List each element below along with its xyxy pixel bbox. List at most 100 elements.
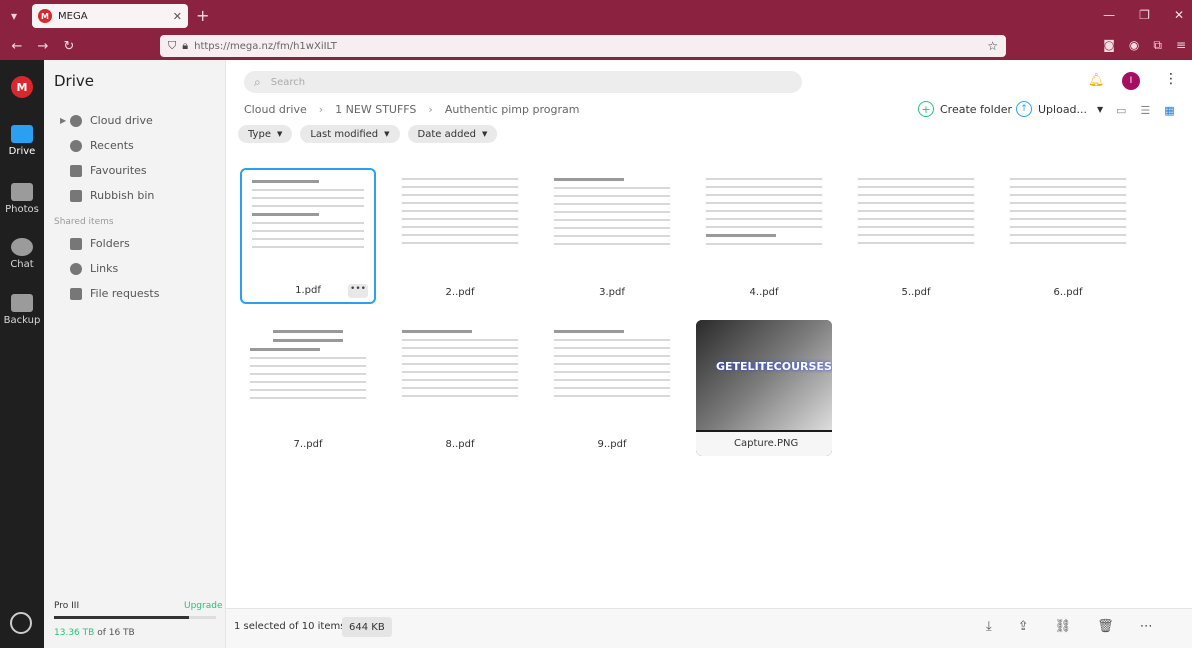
more-options-icon[interactable]: ⋮ (1164, 71, 1178, 87)
more-options-icon[interactable]: ⋯ (1140, 619, 1153, 634)
search-input[interactable]: ⌕ Search (244, 71, 802, 93)
sidebar-item-rubbish-bin[interactable]: Rubbish bin (60, 189, 154, 202)
shared-items-heading: Shared items (54, 217, 114, 227)
file-name: Capture.PNG (696, 432, 832, 456)
address-bar[interactable]: ⛉ 🔒︎ https://mega.nz/fm/h1wXiILT ☆ (160, 35, 1006, 57)
more-actions-icon[interactable]: ••• (348, 284, 368, 298)
heart-icon (70, 164, 82, 177)
create-folder-label: Create folder (940, 102, 1012, 116)
share-icon[interactable]: ⇪ (1018, 619, 1029, 634)
file-name: 2..pdf (445, 287, 475, 298)
sidebar-item-links[interactable]: Links (60, 262, 118, 275)
mega-logo-icon[interactable]: M (11, 76, 33, 98)
file-card[interactable]: 3.pdf (544, 168, 680, 304)
sidebar-title: Drive (54, 72, 94, 90)
sidebar-item-folders[interactable]: Folders (60, 237, 130, 250)
tab-title: MEGA (58, 10, 88, 22)
close-window-icon[interactable]: ✕ (1174, 8, 1184, 22)
file-card[interactable]: 2..pdf (392, 168, 528, 304)
sidebar-item-label: Rubbish bin (90, 189, 155, 202)
file-card[interactable]: 7..pdf (240, 320, 376, 456)
rail-item-backup[interactable]: Backup (0, 294, 44, 326)
breadcrumb-item[interactable]: 1 NEW STUFFS (335, 103, 416, 116)
close-tab-icon[interactable]: ✕ (173, 10, 182, 23)
sidebar-item-favourites[interactable]: Favourites (60, 164, 147, 177)
restore-icon[interactable]: ❐ (1139, 8, 1150, 22)
browser-tab[interactable]: M MEGA ✕ (32, 4, 188, 28)
rail-item-chat[interactable]: Chat (0, 238, 44, 270)
upgrade-link[interactable]: Upgrade (184, 601, 222, 611)
file-card[interactable]: 5..pdf (848, 168, 984, 304)
avatar[interactable]: I (1122, 72, 1140, 90)
breadcrumb: Cloud drive › 1 NEW STUFFS › Authentic p… (244, 103, 579, 116)
file-card[interactable]: 1.pdf ••• (240, 168, 376, 304)
app-menu-icon[interactable]: ≡ (1176, 38, 1186, 53)
reload-icon[interactable]: ↻ (56, 39, 82, 54)
search-placeholder: Search (270, 76, 306, 88)
media-view-icon[interactable]: ▭ (1116, 104, 1126, 117)
rail-item-drive[interactable]: Drive (0, 125, 44, 157)
sidebar-item-recents[interactable]: Recents (60, 139, 134, 152)
link-icon[interactable]: ⛓ (1055, 619, 1072, 634)
new-tab-button[interactable]: + (196, 6, 209, 25)
selection-footer: 1 selected of 10 items 644 KB ⤓ ⇪ ⛓ 🗑︎ ⋯ (226, 608, 1192, 648)
extensions-icon[interactable]: ⧉ (1153, 38, 1162, 53)
create-folder-button[interactable]: + Create folder (918, 101, 1012, 117)
breadcrumb-item[interactable]: Authentic pimp program (445, 103, 580, 116)
url-text[interactable]: https://mega.nz/fm/h1wXiILT (194, 41, 987, 52)
minimize-icon[interactable]: — (1103, 8, 1115, 22)
document-thumbnail (402, 330, 518, 432)
document-thumbnail (252, 180, 364, 278)
file-name: 3.pdf (599, 287, 625, 298)
filter-last-modified[interactable]: Last modified ▼ (300, 125, 400, 143)
breadcrumb-item[interactable]: Cloud drive (244, 103, 307, 116)
mega-app: M Drive Photos Chat Backup Drive ▶ Cloud… (0, 60, 1192, 648)
lock-icon[interactable]: 🔒︎ (182, 39, 188, 53)
list-view-icon[interactable]: ☰ (1140, 104, 1150, 117)
shield-icon[interactable]: ⛉ (168, 39, 176, 53)
sidebar: Drive ▶ Cloud drive Recents Favourites R… (44, 60, 226, 648)
link-icon (70, 262, 82, 275)
back-icon[interactable]: ← (4, 39, 30, 54)
filter-type[interactable]: Type ▼ (238, 125, 293, 143)
file-name: 8..pdf (445, 439, 475, 450)
forward-icon[interactable]: → (30, 39, 56, 54)
grid-view-icon[interactable]: ▦ (1164, 104, 1174, 117)
sidebar-item-cloud-drive[interactable]: ▶ Cloud drive (60, 114, 153, 127)
chat-icon (11, 238, 33, 256)
notification-bell-icon[interactable]: 🔔︎ (1088, 73, 1105, 88)
file-name: 7..pdf (293, 439, 323, 450)
file-name: 9..pdf (597, 439, 627, 450)
rail-item-photos[interactable]: Photos (0, 183, 44, 215)
transfer-manager-icon[interactable] (10, 612, 32, 634)
download-icon[interactable]: ⤓ (986, 619, 992, 634)
file-card[interactable]: GETELITECOURSES.COM Capture.PNG (696, 320, 832, 456)
file-card[interactable]: 9..pdf (544, 320, 680, 456)
storage-bar (54, 616, 216, 619)
file-card[interactable]: 4..pdf (696, 168, 832, 304)
document-thumbnail (858, 178, 974, 280)
bookmark-star-icon[interactable]: ☆ (987, 39, 998, 53)
trash-icon[interactable]: 🗑︎ (1097, 619, 1114, 634)
document-thumbnail (706, 178, 822, 280)
filter-date-added[interactable]: Date added ▼ (407, 125, 498, 143)
pocket-icon[interactable]: ◙ (1103, 38, 1115, 53)
upload-label: Upload... (1038, 102, 1088, 116)
browser-nav-bar: ← → ↻ ⛉ 🔒︎ https://mega.nz/fm/h1wXiILT ☆… (0, 32, 1192, 60)
sidebar-item-label: Cloud drive (90, 114, 153, 127)
chevron-down-icon[interactable]: ▼ (1097, 105, 1103, 114)
file-card[interactable]: 6..pdf (1000, 168, 1136, 304)
chevron-down-icon: ▼ (276, 130, 283, 138)
document-thumbnail (554, 178, 670, 280)
account-icon[interactable]: ◉ (1129, 38, 1139, 53)
chevron-right-icon[interactable]: ▶ (60, 116, 70, 125)
document-thumbnail (1010, 178, 1126, 280)
file-card[interactable]: 8..pdf (392, 320, 528, 456)
storage-used: 13.36 TB (54, 628, 95, 638)
icon-rail: M Drive Photos Chat Backup (0, 60, 44, 648)
sidebar-item-file-requests[interactable]: File requests (60, 287, 159, 300)
file-name: 4..pdf (749, 287, 779, 298)
upload-button[interactable]: ↑ Upload... ▼ (1016, 101, 1103, 117)
folder-icon (11, 125, 33, 143)
tab-list-icon[interactable]: ▾ (0, 2, 28, 30)
